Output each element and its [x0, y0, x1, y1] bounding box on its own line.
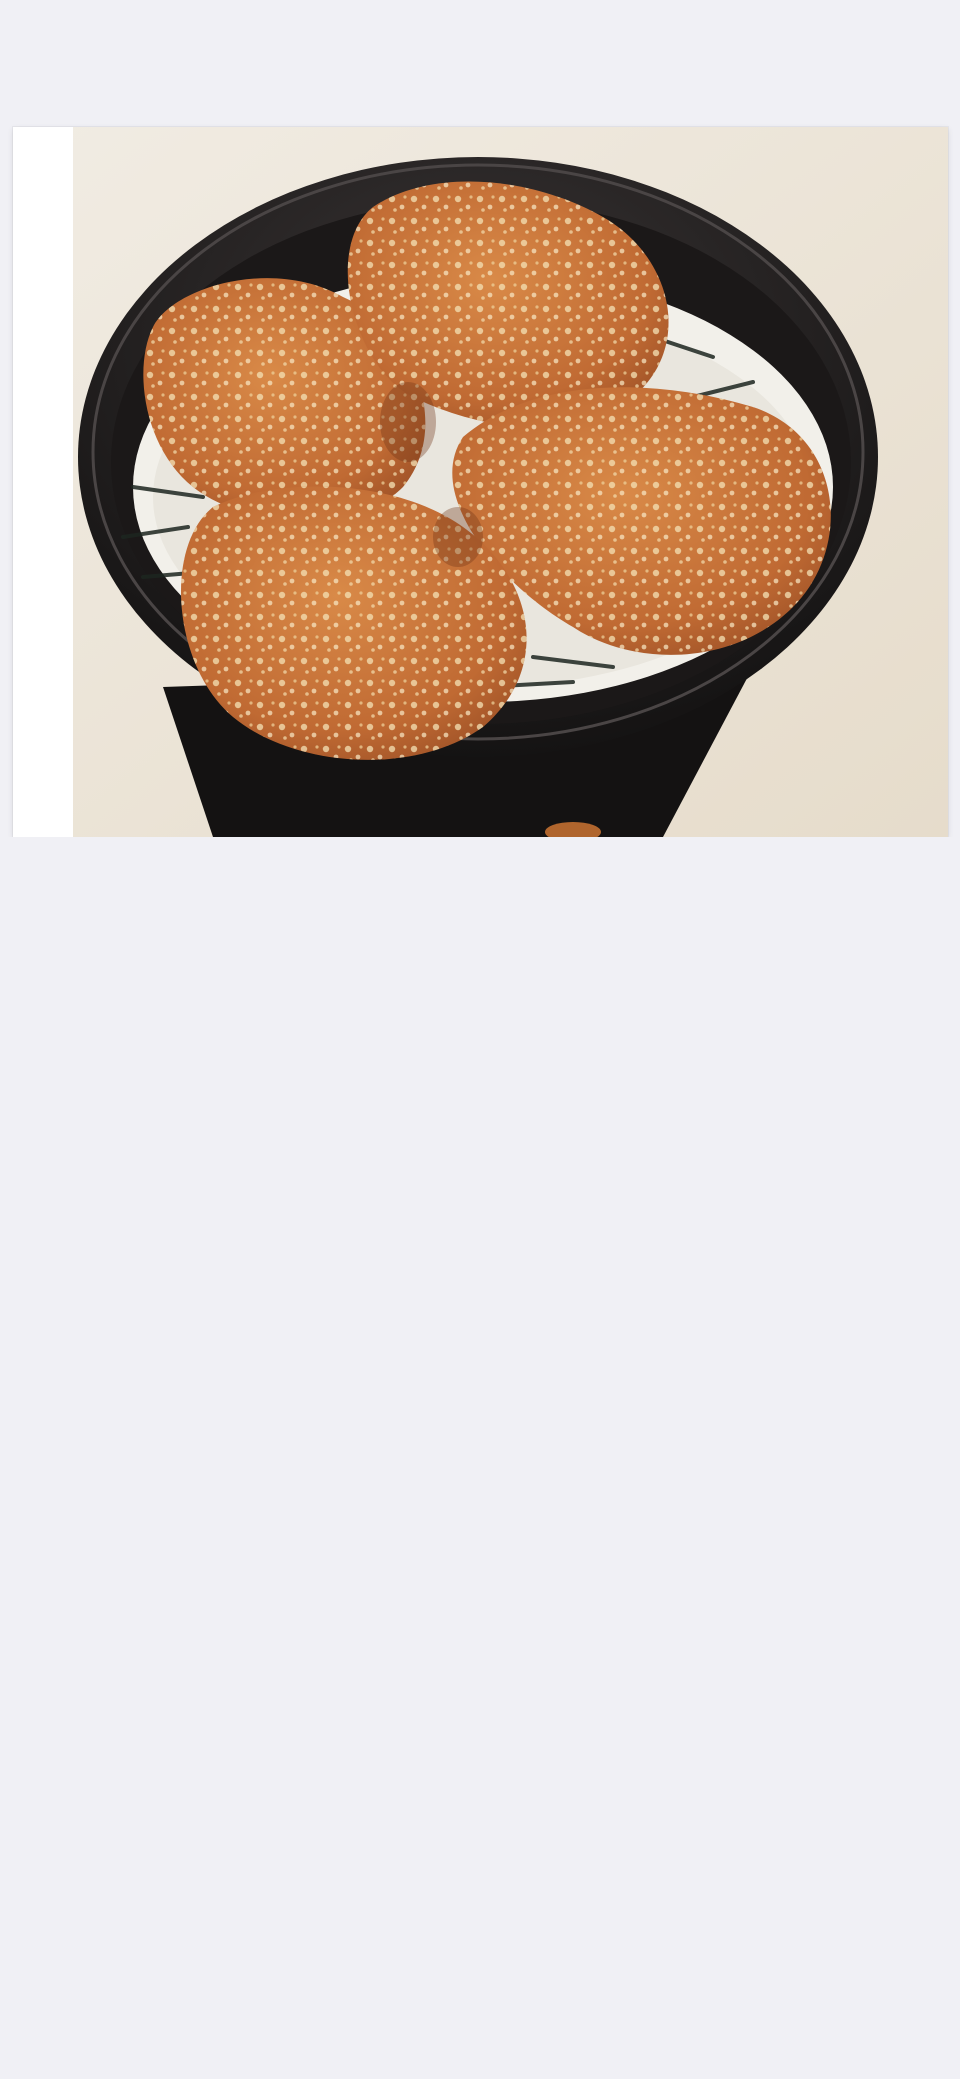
- screen: [0, 0, 960, 2079]
- top-blank-area: [0, 0, 960, 125]
- rice-bowl-image: [13, 127, 948, 837]
- food-photo[interactable]: [13, 127, 948, 837]
- empty-content-area: [0, 837, 960, 2079]
